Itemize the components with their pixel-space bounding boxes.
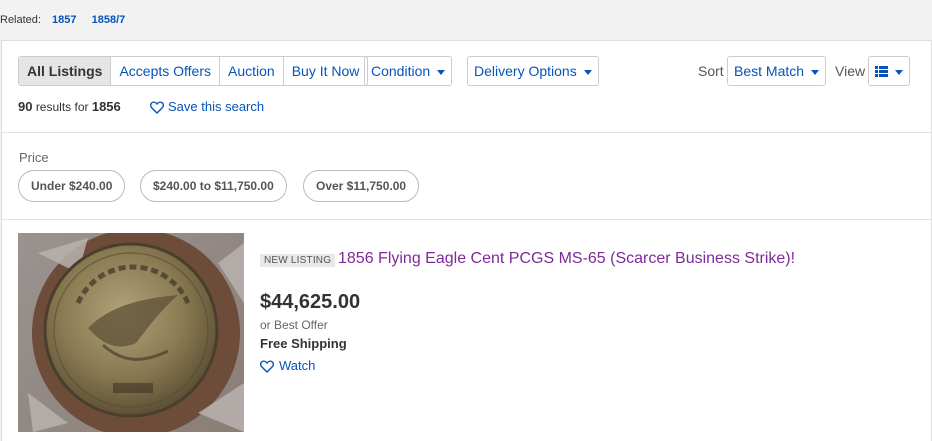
related-label: Related: bbox=[0, 14, 41, 26]
related-searches: Related: 1857 1858/7 bbox=[0, 14, 125, 26]
view-label: View bbox=[835, 63, 866, 79]
delivery-options-label: Delivery Options bbox=[474, 63, 577, 79]
results-panel: All Listings Accepts Offers Auction Buy … bbox=[1, 40, 932, 441]
tab-accepts-offers[interactable]: Accepts Offers bbox=[110, 57, 219, 85]
save-search-label: Save this search bbox=[168, 99, 265, 114]
results-count: 90 results for 1856 bbox=[18, 99, 121, 114]
new-listing-badge: NEW LISTING bbox=[260, 254, 336, 267]
listing-price: $44,625.00 bbox=[260, 291, 361, 313]
divider bbox=[2, 132, 931, 133]
best-offer-text: or Best Offer bbox=[260, 318, 328, 332]
shipping-text: Free Shipping bbox=[260, 336, 347, 351]
results-number: 90 bbox=[18, 99, 33, 114]
price-filter-label: Price bbox=[19, 150, 49, 165]
related-link-1857[interactable]: 1857 bbox=[52, 14, 76, 26]
condition-label: Condition bbox=[371, 63, 431, 79]
listing-type-tabs: All Listings Accepts Offers Auction Buy … bbox=[18, 56, 369, 86]
list-view-icon bbox=[875, 66, 888, 77]
watch-label: Watch bbox=[279, 358, 316, 373]
condition-dropdown[interactable]: Condition bbox=[364, 56, 453, 86]
sort-label: Sort bbox=[698, 63, 724, 79]
sort-value: Best Match bbox=[734, 63, 805, 79]
heart-icon bbox=[149, 101, 165, 114]
tab-buy-it-now[interactable]: Buy It Now bbox=[282, 57, 368, 85]
save-search-link[interactable]: Save this search bbox=[149, 99, 265, 114]
chevron-down-icon bbox=[437, 69, 446, 75]
price-under-button[interactable]: Under $240.00 bbox=[18, 170, 126, 202]
listing-thumbnail[interactable] bbox=[18, 233, 244, 432]
results-query: 1856 bbox=[91, 99, 121, 114]
sort-dropdown[interactable]: Best Match bbox=[727, 56, 827, 86]
tab-all-listings[interactable]: All Listings bbox=[19, 57, 111, 85]
chevron-down-icon bbox=[895, 69, 903, 75]
delivery-options-dropdown[interactable]: Delivery Options bbox=[467, 56, 599, 86]
view-dropdown[interactable] bbox=[868, 56, 910, 86]
chevron-down-icon bbox=[811, 69, 820, 75]
divider bbox=[2, 219, 931, 220]
price-range-button[interactable]: $240.00 to $11,750.00 bbox=[140, 170, 287, 202]
tab-auction[interactable]: Auction bbox=[219, 57, 283, 85]
listing-title-link[interactable]: 1856 Flying Eagle Cent PCGS MS-65 (Scarc… bbox=[338, 250, 795, 268]
price-over-button[interactable]: Over $11,750.00 bbox=[303, 170, 420, 202]
chevron-down-icon bbox=[583, 69, 592, 75]
results-text: results for bbox=[35, 100, 89, 114]
coin-image bbox=[18, 233, 244, 432]
watch-link[interactable]: Watch bbox=[259, 358, 316, 373]
heart-icon bbox=[259, 360, 275, 373]
related-link-1858-7[interactable]: 1858/7 bbox=[92, 14, 126, 26]
